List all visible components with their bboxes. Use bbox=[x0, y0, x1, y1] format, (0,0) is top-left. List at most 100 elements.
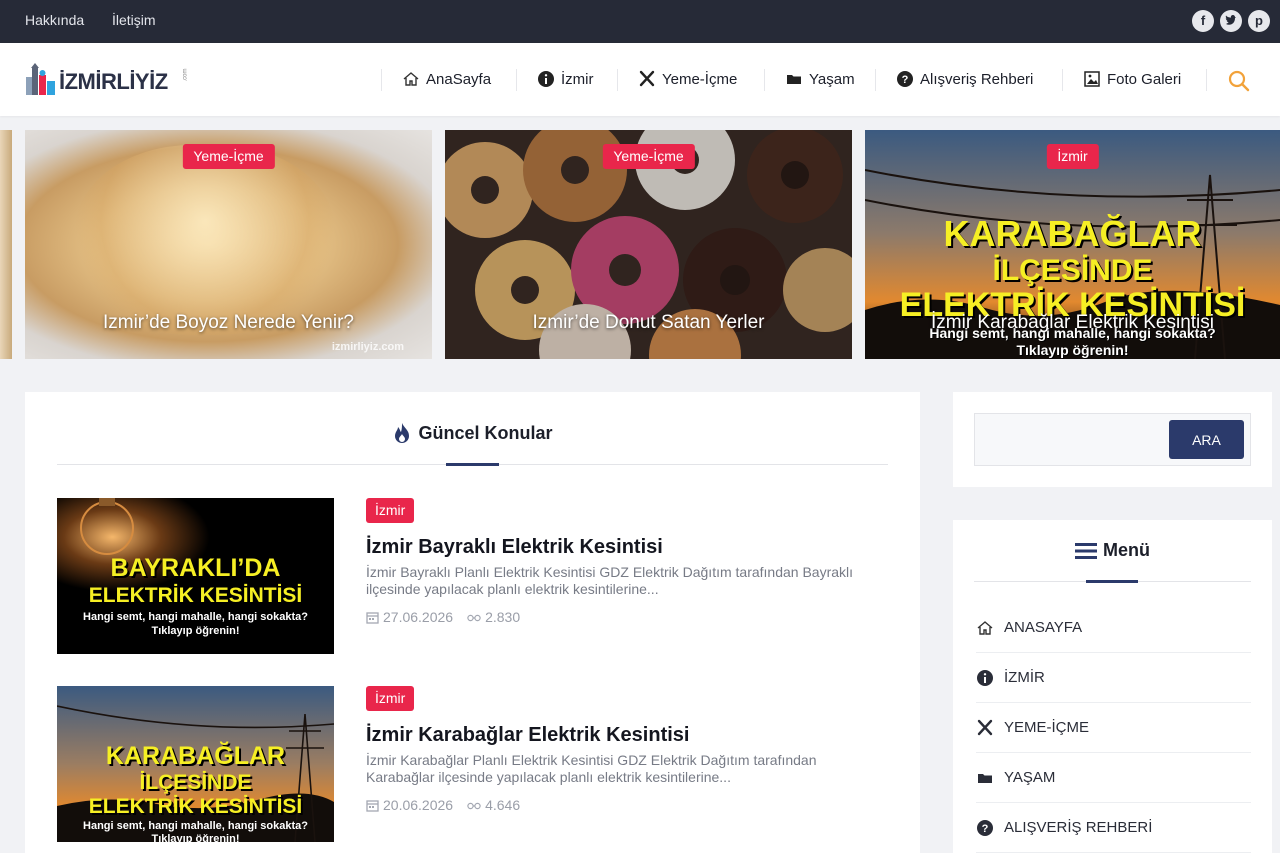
contact-link[interactable]: İletişim bbox=[112, 12, 156, 28]
slide-image-text: KARABAĞLAR İLÇESİNDE ELEKTRİK KESİNTİSİ … bbox=[899, 213, 1246, 358]
post-meta: 27.06.2026 2.830 bbox=[366, 609, 520, 625]
folder-icon bbox=[787, 75, 801, 84]
nav-item-yeme-icme[interactable]: Yeme-İçme bbox=[638, 70, 737, 88]
sidebar-menu-widget: Menü ANASAYFA İZMİR YEME-İÇME YAŞAM ? AL… bbox=[953, 520, 1272, 853]
slider-card[interactable]: KARABAĞLAR İLÇESİNDE ELEKTRİK KESİNTİSİ … bbox=[865, 130, 1280, 359]
slide-image-detail bbox=[75, 145, 335, 335]
post-item[interactable]: BAYRAKLI’DA ELEKTRİK KESİNTİSİ Hangi sem… bbox=[57, 498, 888, 654]
sidebar-item-label: ALIŞVERİŞ REHBERİ bbox=[1004, 819, 1153, 836]
logo-text: İZMİRLİYİZ bbox=[59, 69, 168, 94]
section-heading: Güncel Konular bbox=[25, 422, 920, 444]
info-icon bbox=[538, 71, 554, 87]
category-badge[interactable]: İzmir bbox=[1046, 144, 1099, 169]
search-input[interactable] bbox=[976, 415, 1166, 464]
glasses-icon bbox=[467, 802, 481, 810]
glasses-icon bbox=[467, 614, 481, 622]
image-icon bbox=[1084, 71, 1100, 87]
category-badge[interactable]: Yeme-İçme bbox=[602, 144, 695, 169]
nav-divider bbox=[1206, 69, 1207, 91]
post-date: 27.06.2026 bbox=[383, 609, 454, 625]
nav-item-label: AnaSayfa bbox=[426, 70, 492, 88]
post-views: 2.830 bbox=[485, 609, 521, 625]
category-badge[interactable]: İzmir bbox=[366, 686, 415, 711]
search-icon[interactable] bbox=[1228, 70, 1250, 92]
nav-divider bbox=[764, 69, 765, 91]
sidebar-item-izmir[interactable]: İZMİR bbox=[976, 653, 1251, 703]
sidebar-item-alisveris-rehberi[interactable]: ? ALIŞVERİŞ REHBERİ bbox=[976, 803, 1251, 853]
calendar-icon bbox=[366, 611, 379, 624]
nav-item-label: Foto Galeri bbox=[1107, 70, 1182, 88]
sidebar-item-label: ANASAYFA bbox=[1004, 619, 1083, 636]
thumbnail-text: BAYRAKLI’DA ELEKTRİK KESİNTİSİ Hangi sem… bbox=[83, 554, 308, 637]
nav-divider bbox=[381, 69, 382, 91]
thumbnail-text: KARABAĞLAR İLÇESİNDE ELEKTRİK KESİNTİSİ … bbox=[83, 742, 308, 843]
slide-title[interactable]: Izmir’de Donut Satan Yerler bbox=[445, 312, 852, 334]
facebook-icon[interactable]: f bbox=[1192, 10, 1214, 32]
twitter-icon[interactable] bbox=[1220, 10, 1242, 32]
nav-item-label: Alışveriş Rehberi bbox=[920, 70, 1034, 88]
nav-item-alisveris[interactable]: ? Alışveriş Rehberi bbox=[896, 70, 1033, 88]
nav-item-label: Yeme-İçme bbox=[662, 70, 738, 88]
nav-divider bbox=[875, 69, 876, 91]
image-watermark: izmirliyiz.com bbox=[331, 341, 404, 353]
utensils-icon bbox=[639, 70, 655, 87]
info-icon bbox=[977, 669, 993, 686]
post-thumbnail[interactable]: BAYRAKLI’DA ELEKTRİK KESİNTİSİ Hangi sem… bbox=[57, 498, 334, 654]
post-meta: 20.06.2026 4.646 bbox=[366, 797, 520, 813]
nav-divider bbox=[617, 69, 618, 91]
post-views: 4.646 bbox=[485, 797, 521, 813]
utensils-icon bbox=[977, 719, 993, 735]
site-header: İZMİRLİYİZ .com AnaSayfa İzmir Yeme-İçme… bbox=[0, 43, 1280, 116]
divider-accent bbox=[1086, 580, 1138, 583]
hamburger-icon bbox=[1075, 542, 1097, 559]
slide-title[interactable]: Izmir’de Boyoz Nerede Yenir? bbox=[25, 312, 432, 334]
question-icon: ? bbox=[977, 819, 993, 836]
logo-suffix: .com bbox=[182, 68, 189, 82]
latest-posts-section: Güncel Konular BAYRAKLI’DA ELEKTRİK KESİ… bbox=[25, 392, 920, 853]
nav-divider bbox=[1062, 69, 1063, 91]
sidebar-search-widget: ARA bbox=[953, 392, 1272, 487]
nav-item-yasam[interactable]: Yaşam bbox=[785, 70, 855, 88]
sidebar-item-yeme-icme[interactable]: YEME-İÇME bbox=[976, 703, 1251, 753]
about-link[interactable]: Hakkında bbox=[25, 12, 84, 28]
post-thumbnail[interactable]: KARABAĞLAR İLÇESİNDE ELEKTRİK KESİNTİSİ … bbox=[57, 686, 334, 842]
nav-item-label: Yaşam bbox=[809, 70, 855, 88]
category-badge[interactable]: Yeme-İçme bbox=[182, 144, 275, 169]
sidebar-item-label: YAŞAM bbox=[1004, 769, 1056, 786]
post-title[interactable]: İzmir Bayraklı Elektrik Kesintisi bbox=[366, 536, 663, 559]
search-button[interactable]: ARA bbox=[1169, 420, 1244, 459]
slide-title[interactable]: İzmir Karabağlar Elektrik Kesintisi bbox=[865, 312, 1280, 334]
post-excerpt: İzmir Karabağlar Planlı Elektrik Kesinti… bbox=[366, 752, 817, 785]
menu-heading: Menü bbox=[953, 540, 1272, 561]
divider-accent bbox=[446, 463, 499, 466]
menu-title: Menü bbox=[1103, 540, 1150, 560]
section-title: Güncel Konular bbox=[418, 422, 553, 443]
post-excerpt: İzmir Bayraklı Planlı Elektrik Kesintisi… bbox=[366, 564, 854, 597]
sidebar-item-label: YEME-İÇME bbox=[1004, 719, 1090, 736]
question-icon: ? bbox=[897, 71, 913, 87]
svg-text:?: ? bbox=[902, 74, 909, 86]
home-icon bbox=[403, 72, 419, 86]
sidebar-item-label: İZMİR bbox=[1004, 669, 1045, 686]
category-badge[interactable]: İzmir bbox=[366, 498, 415, 523]
pinterest-icon[interactable]: p bbox=[1248, 10, 1270, 32]
slider-card[interactable]: Yeme-İçme Izmir’de Boyoz Nerede Yenir? i… bbox=[25, 130, 432, 359]
svg-text:?: ? bbox=[982, 823, 989, 835]
nav-divider bbox=[516, 69, 517, 91]
top-bar: Hakkında İletişim f p bbox=[0, 0, 1280, 43]
post-date: 20.06.2026 bbox=[383, 797, 454, 813]
search-form: ARA bbox=[974, 413, 1251, 466]
nav-item-label: İzmir bbox=[561, 70, 594, 88]
slider-card-partial[interactable] bbox=[0, 130, 12, 359]
post-title[interactable]: İzmir Karabağlar Elektrik Kesintisi bbox=[366, 724, 689, 747]
post-item[interactable]: KARABAĞLAR İLÇESİNDE ELEKTRİK KESİNTİSİ … bbox=[57, 686, 888, 842]
home-icon bbox=[977, 620, 993, 635]
nav-item-home[interactable]: AnaSayfa bbox=[402, 70, 491, 88]
sidebar-item-anasayfa[interactable]: ANASAYFA bbox=[976, 603, 1251, 653]
fire-icon bbox=[395, 423, 410, 443]
nav-item-foto-galeri[interactable]: Foto Galeri bbox=[1083, 70, 1181, 88]
slider-card[interactable]: Yeme-İçme Izmir’de Donut Satan Yerler bbox=[445, 130, 852, 359]
sidebar-item-yasam[interactable]: YAŞAM bbox=[976, 753, 1251, 803]
calendar-icon bbox=[366, 799, 379, 812]
nav-item-izmir[interactable]: İzmir bbox=[537, 70, 594, 88]
